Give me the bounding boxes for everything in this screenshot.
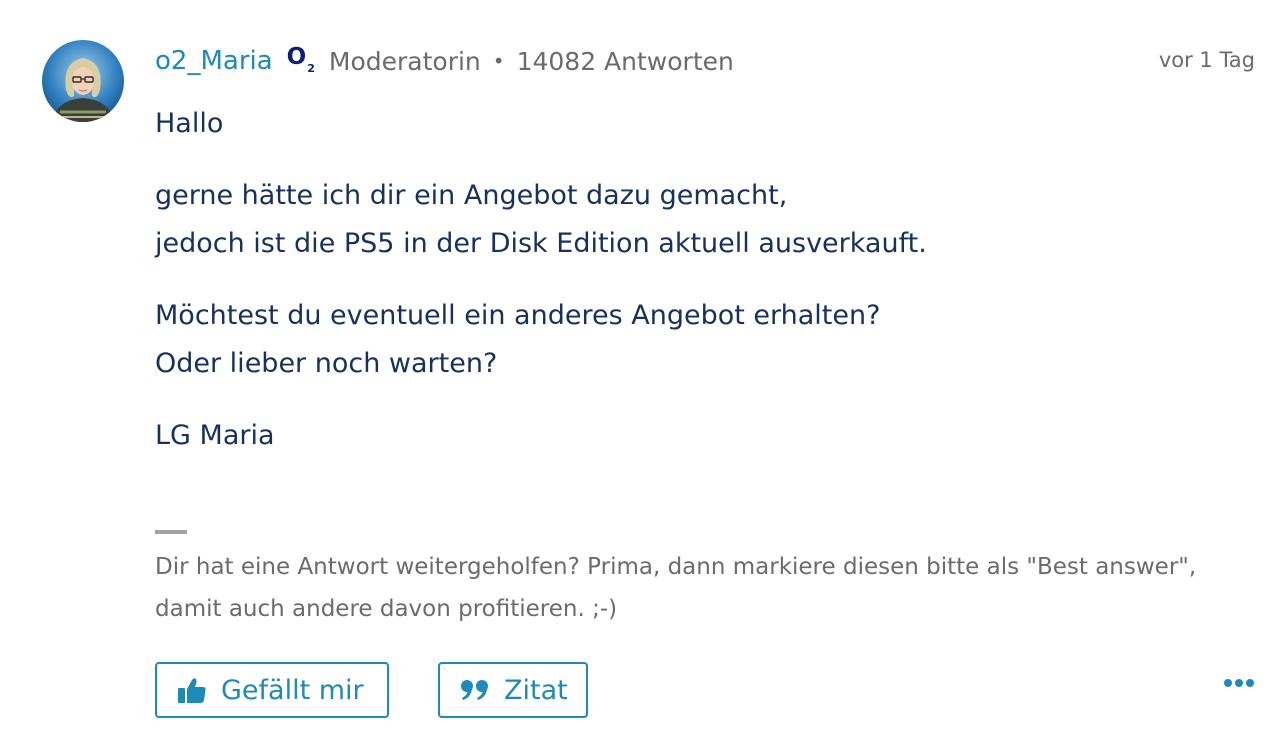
more-options-icon[interactable] [1224, 676, 1254, 690]
sign-off-text: LG Maria [155, 420, 275, 451]
body-line: Möchtest du eventuell ein anderes Angebo… [155, 300, 881, 331]
brand-logo-letter: O [286, 44, 307, 70]
body-line: gerne hätte ich dir ein Angebot dazu gem… [155, 180, 788, 211]
post-header: o2_Maria O2 Moderatorin • 14082 Antworte… [155, 44, 734, 78]
author-role: Moderatorin [328, 46, 481, 76]
like-button[interactable]: Gefällt mir [155, 662, 389, 718]
body-line: Oder lieber noch warten? [155, 348, 498, 379]
quote-button[interactable]: Zitat [438, 662, 588, 718]
avatar[interactable] [42, 40, 124, 122]
body-line: jedoch ist die PS5 in der Disk Edition a… [155, 228, 927, 259]
more-dot [1224, 679, 1232, 687]
signature: Dir hat eine Antwort weitergeholfen? Pri… [155, 546, 1265, 630]
body-paragraph: Möchtest du eventuell ein anderes Angebo… [155, 292, 1255, 388]
quote-label: Zitat [504, 674, 568, 706]
more-dot [1235, 679, 1243, 687]
body-paragraph: LG Maria [155, 412, 1255, 460]
avatar-image [42, 40, 124, 122]
author-name-link[interactable]: o2_Maria [155, 46, 273, 76]
post-body: Hallo gerne hätte ich dir ein Angebot da… [155, 100, 1255, 484]
body-paragraph: Hallo [155, 100, 1255, 148]
signature-line: damit auch andere davon profitieren. ;-) [155, 596, 618, 622]
meta-separator: • [492, 49, 505, 73]
answer-count: 14082 Antworten [516, 46, 734, 76]
forum-post: o2_Maria O2 Moderatorin • 14082 Antworte… [0, 0, 1285, 743]
signature-line: Dir hat eine Antwort weitergeholfen? Pri… [155, 554, 1197, 580]
like-label: Gefällt mir [221, 674, 364, 706]
quote-icon [460, 678, 490, 702]
post-timestamp[interactable]: vor 1 Tag [1159, 48, 1255, 72]
signature-divider [155, 530, 187, 534]
greeting-text: Hallo [155, 108, 224, 139]
more-dot [1246, 679, 1254, 687]
o2-brand-icon: O2 [286, 44, 315, 75]
body-paragraph: gerne hätte ich dir ein Angebot dazu gem… [155, 172, 1255, 268]
brand-logo-subscript: 2 [307, 62, 315, 75]
thumbs-up-icon [177, 676, 207, 704]
